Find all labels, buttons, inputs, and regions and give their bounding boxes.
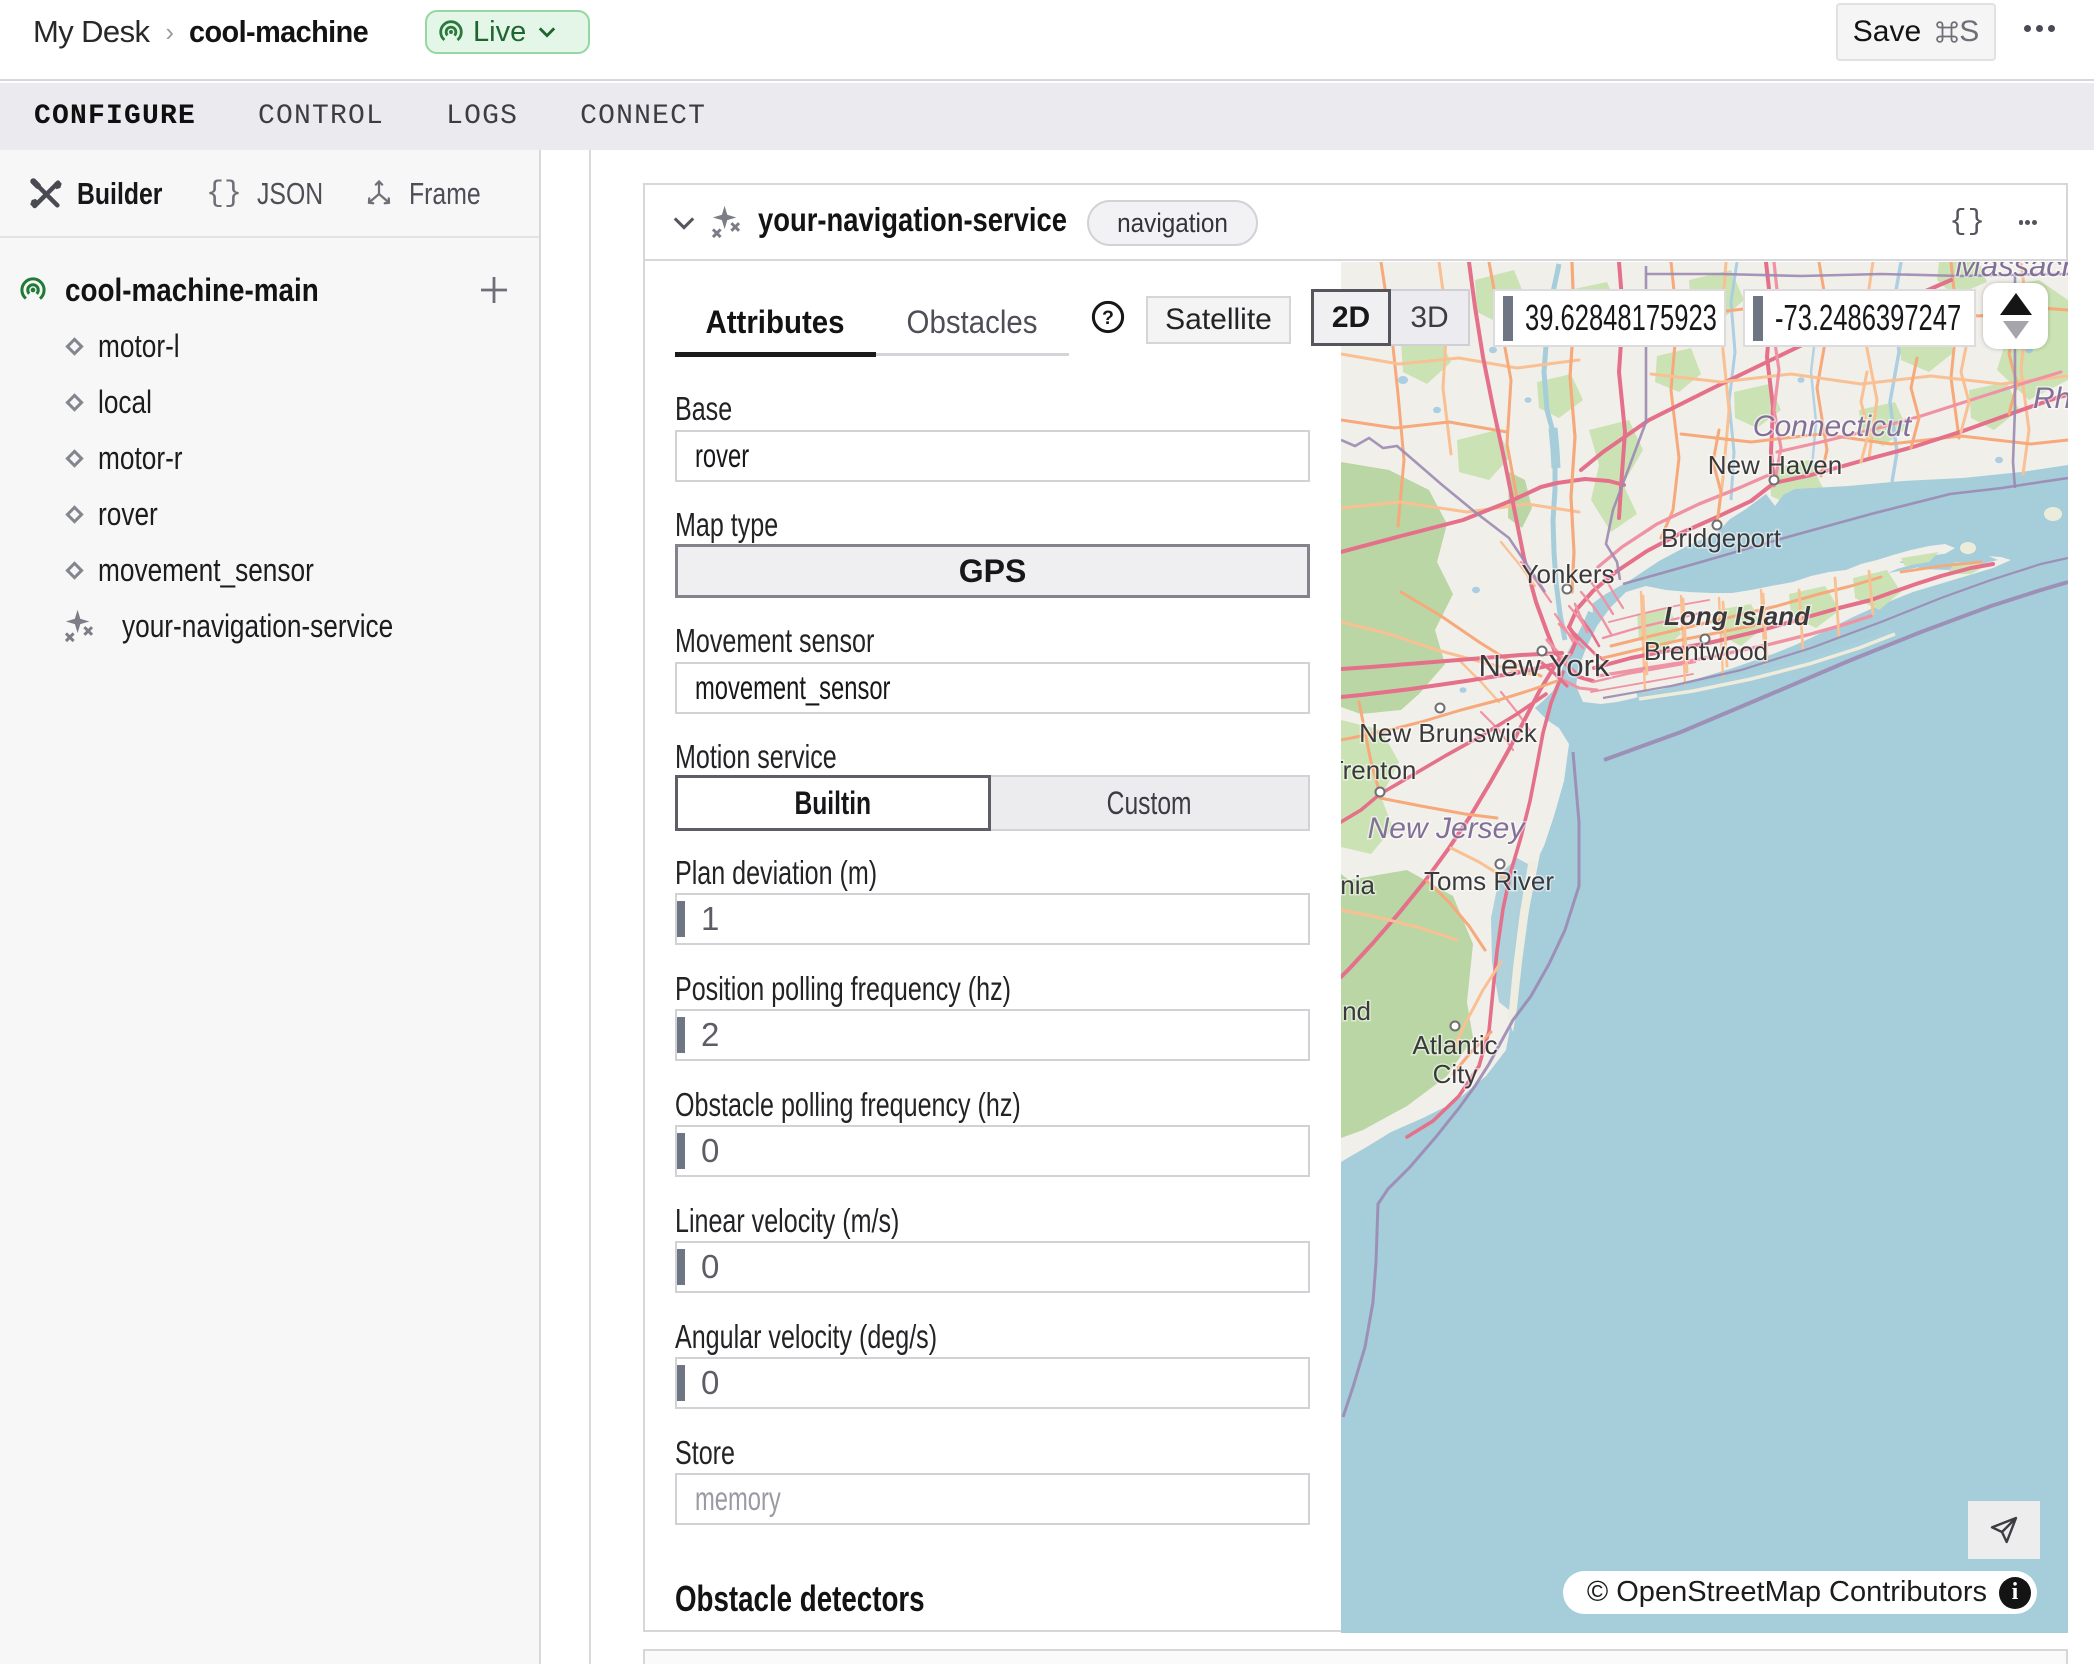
- svg-text:Massachuse: Massachuse: [1955, 262, 2068, 283]
- svg-text:Brentwood: Brentwood: [1644, 636, 1768, 666]
- svg-text:City: City: [1433, 1059, 1478, 1089]
- svg-text:?: ?: [1102, 307, 1114, 329]
- svg-text:Long Island: Long Island: [1664, 601, 1811, 631]
- svg-text:Yonkers: Yonkers: [1522, 559, 1615, 589]
- svg-text:Atlantic: Atlantic: [1412, 1030, 1497, 1060]
- svg-text:New Haven: New Haven: [1708, 450, 1842, 480]
- svg-text:New Jersey: New Jersey: [1368, 812, 1527, 845]
- svg-text:Connecticut: Connecticut: [1753, 410, 1913, 443]
- svg-text:nd: nd: [1342, 996, 1371, 1026]
- svg-text:Bridgeport: Bridgeport: [1661, 523, 1782, 553]
- svg-text:New York: New York: [1479, 648, 1610, 683]
- svg-text:nia: nia: [1341, 870, 1376, 900]
- svg-text:Toms River: Toms River: [1424, 866, 1554, 896]
- svg-text:New Brunswick: New Brunswick: [1359, 718, 1538, 748]
- svg-text:Trenton: Trenton: [1341, 755, 1416, 785]
- svg-text:Rhode: Rhode: [2033, 382, 2068, 415]
